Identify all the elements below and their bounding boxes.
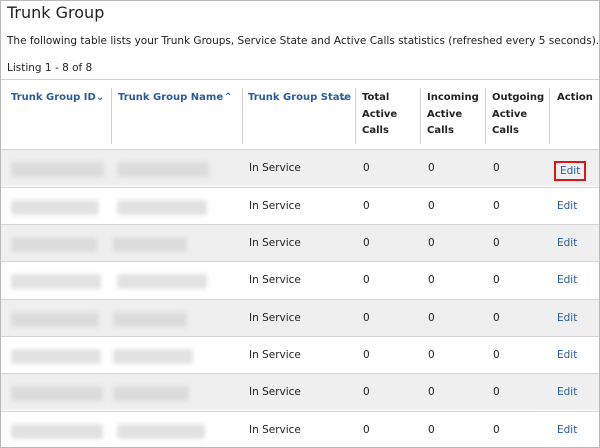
redacted-trunk-group-id [11, 424, 103, 439]
column-header-action: Action [557, 92, 593, 103]
column-header-trunk-group-id[interactable]: Trunk Group ID ⌄ [11, 90, 104, 107]
cell-trunk-group-state: In Service [249, 274, 301, 286]
edit-link[interactable]: Edit [557, 337, 577, 373]
header-line: Total [362, 92, 390, 103]
table-row: In Service 0 0 0 Edit [1, 411, 599, 447]
column-header-label: Trunk Group State [248, 92, 352, 103]
cell-total-active-calls: 0 [363, 424, 370, 436]
cell-total-active-calls: 0 [363, 349, 370, 361]
redacted-trunk-group-id [11, 200, 99, 215]
cell-trunk-group-state: In Service [249, 162, 301, 174]
header-line: Active [362, 108, 398, 120]
header-line: Calls [362, 125, 389, 136]
cell-outgoing-active-calls: 0 [493, 274, 500, 286]
cell-incoming-active-calls: 0 [428, 386, 435, 398]
chevron-down-icon: ⌄ [340, 92, 349, 103]
header-line: Calls [492, 125, 519, 136]
table-row: In Service 0 0 0 Edit [1, 299, 599, 336]
edit-link[interactable]: Edit [557, 412, 577, 447]
redacted-trunk-group-id [11, 312, 99, 327]
redacted-trunk-group-name [113, 312, 187, 327]
cell-total-active-calls: 0 [363, 237, 370, 249]
redacted-trunk-group-name [117, 274, 207, 289]
chevron-up-icon: ⌃ [224, 92, 233, 103]
redacted-trunk-group-name [113, 386, 189, 401]
edit-link[interactable]: Edit [557, 225, 577, 261]
cell-trunk-group-state: In Service [249, 349, 301, 361]
cell-trunk-group-state: In Service [249, 424, 301, 436]
cell-outgoing-active-calls: 0 [493, 312, 500, 324]
cell-trunk-group-state: In Service [249, 237, 301, 249]
column-separator [485, 88, 486, 144]
edit-link[interactable]: Edit [557, 188, 577, 224]
column-header-trunk-group-state[interactable]: Trunk Group State ⌄ [248, 90, 351, 107]
cell-trunk-group-state: In Service [249, 312, 301, 324]
table-row: In Service 0 0 0 Edit [1, 187, 599, 224]
cell-total-active-calls: 0 [363, 386, 370, 398]
cell-outgoing-active-calls: 0 [493, 200, 500, 212]
table-row: In Service 0 0 0 Edit [1, 373, 599, 410]
column-header-trunk-group-name[interactable]: Trunk Group Name ⌃ [118, 90, 232, 107]
cell-incoming-active-calls: 0 [428, 312, 435, 324]
column-separator [420, 88, 421, 144]
cell-outgoing-active-calls: 0 [493, 424, 500, 436]
column-header-outgoing-active-calls: Outgoing Active Calls [492, 90, 544, 140]
listing-count: Listing 1 - 8 of 8 [7, 62, 93, 74]
edit-link[interactable]: Edit [554, 161, 587, 181]
column-separator [355, 88, 356, 144]
cell-outgoing-active-calls: 0 [493, 162, 500, 174]
table-row: In Service 0 0 0 Edit [1, 224, 599, 261]
cell-outgoing-active-calls: 0 [493, 237, 500, 249]
cell-outgoing-active-calls: 0 [493, 386, 500, 398]
redacted-trunk-group-name [113, 349, 193, 364]
redacted-trunk-group-id [11, 349, 101, 364]
page-description: The following table lists your Trunk Gro… [7, 35, 600, 47]
cell-total-active-calls: 0 [363, 312, 370, 324]
table-header: Trunk Group ID ⌄ Trunk Group Name ⌃ Trun… [1, 80, 599, 149]
cell-incoming-active-calls: 0 [428, 162, 435, 174]
redacted-trunk-group-id [11, 274, 101, 289]
page-title: Trunk Group [7, 3, 105, 22]
column-header-total-active-calls: Total Active Calls [362, 90, 397, 140]
cell-trunk-group-state: In Service [249, 200, 301, 212]
column-separator [111, 88, 112, 144]
cell-incoming-active-calls: 0 [428, 237, 435, 249]
table-row: In Service 0 0 0 Edit [1, 149, 599, 186]
edit-link[interactable]: Edit [557, 374, 577, 410]
redacted-trunk-group-id [11, 162, 104, 177]
trunk-group-panel: Trunk Group The following table lists yo… [0, 0, 600, 448]
header-line: Active [492, 108, 528, 120]
column-separator [242, 88, 243, 144]
cell-total-active-calls: 0 [363, 162, 370, 174]
table-row: In Service 0 0 0 Edit [1, 261, 599, 298]
column-header-label: Trunk Group ID [11, 92, 96, 103]
redacted-trunk-group-name [117, 162, 209, 177]
redacted-trunk-group-id [11, 386, 103, 401]
redacted-trunk-group-id [11, 237, 97, 252]
chevron-down-icon: ⌄ [96, 92, 105, 103]
cell-incoming-active-calls: 0 [428, 349, 435, 361]
cell-incoming-active-calls: 0 [428, 424, 435, 436]
edit-link[interactable]: Edit [557, 300, 577, 336]
redacted-trunk-group-name [117, 200, 207, 215]
header-line: Incoming [427, 92, 479, 103]
header-line: Outgoing [492, 92, 545, 103]
column-header-label: Trunk Group Name [118, 92, 224, 103]
cell-trunk-group-state: In Service [249, 386, 301, 398]
cell-incoming-active-calls: 0 [428, 274, 435, 286]
column-header-incoming-active-calls: Incoming Active Calls [427, 90, 479, 140]
cell-total-active-calls: 0 [363, 200, 370, 212]
cell-incoming-active-calls: 0 [428, 200, 435, 212]
column-separator [549, 88, 550, 144]
table-row: In Service 0 0 0 Edit [1, 336, 599, 373]
cell-outgoing-active-calls: 0 [493, 349, 500, 361]
edit-link[interactable]: Edit [557, 262, 577, 298]
redacted-trunk-group-name [113, 237, 187, 252]
redacted-trunk-group-name [117, 424, 205, 439]
header-line: Active [427, 108, 463, 120]
header-line: Calls [427, 125, 454, 136]
cell-total-active-calls: 0 [363, 274, 370, 286]
